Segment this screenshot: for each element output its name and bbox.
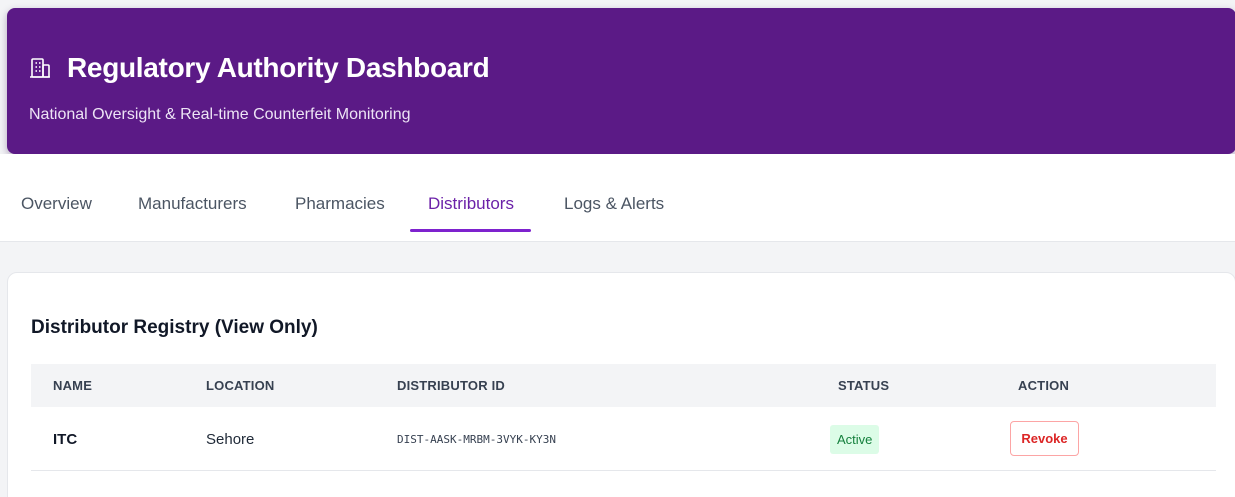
status-badge: Active (830, 425, 880, 454)
tab-overview[interactable]: Overview (21, 194, 92, 214)
page-subtitle: National Oversight & Real-time Counterfe… (29, 106, 411, 123)
column-header-name: NAME (53, 378, 93, 393)
building-icon (29, 57, 51, 79)
distributor-location: Sehore (206, 431, 255, 448)
column-header-action: ACTION (1018, 378, 1070, 393)
revoke-button[interactable]: Revoke (1010, 421, 1079, 456)
column-header-status: STATUS (838, 378, 890, 393)
distributor-id: DIST-AASK-MRBM-3VYK-KY3N (397, 433, 556, 446)
table-row: ITC Sehore DIST-AASK-MRBM-3VYK-KY3N Acti… (31, 407, 1216, 471)
tab-distributors[interactable]: Distributors (428, 194, 514, 214)
table-header: NAME LOCATION DISTRIBUTOR ID STATUS ACTI… (31, 364, 1216, 407)
distributor-registry-card: Distributor Registry (View Only) NAME LO… (7, 272, 1235, 497)
tab-logs-alerts[interactable]: Logs & Alerts (564, 194, 664, 214)
tab-pharmacies[interactable]: Pharmacies (295, 194, 385, 214)
tab-manufacturers[interactable]: Manufacturers (138, 194, 247, 214)
column-header-location: LOCATION (206, 378, 275, 393)
active-tab-indicator (410, 229, 531, 232)
header-title-row: Regulatory Authority Dashboard (29, 52, 490, 84)
section-title: Distributor Registry (View Only) (31, 317, 318, 338)
column-header-distributor-id: DISTRIBUTOR ID (397, 378, 506, 393)
distributor-name: ITC (53, 431, 78, 448)
tab-bar: Overview Manufacturers Pharmacies Distri… (0, 154, 1235, 242)
page-title: Regulatory Authority Dashboard (67, 52, 490, 83)
dashboard-page: Regulatory Authority Dashboard National … (0, 0, 1235, 497)
header-banner: Regulatory Authority Dashboard National … (7, 8, 1235, 154)
